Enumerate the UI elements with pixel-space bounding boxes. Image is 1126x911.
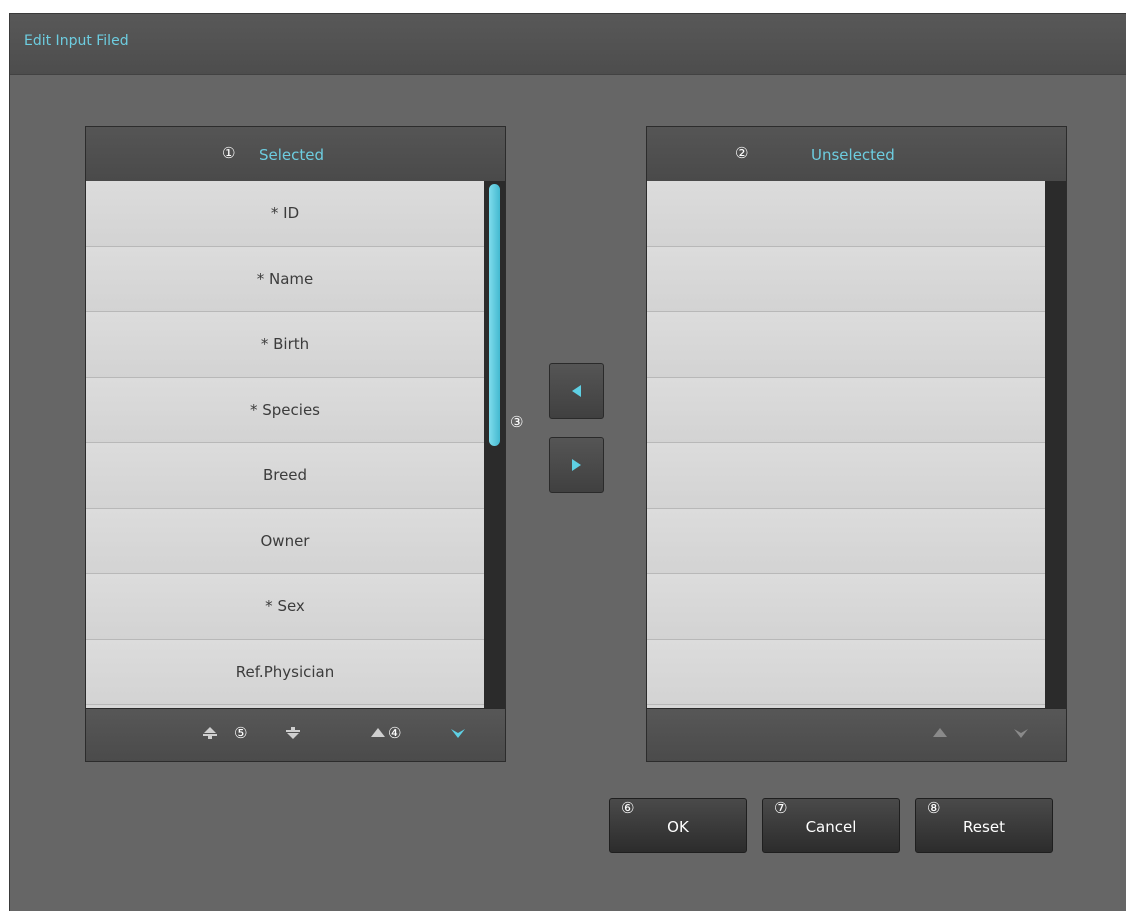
list-item[interactable]	[647, 181, 1045, 247]
ok-button[interactable]: ⑥ OK	[609, 798, 747, 853]
marker-7: ⑦	[774, 799, 788, 817]
arrow-left-icon	[572, 385, 581, 397]
reset-label: Reset	[963, 818, 1005, 836]
list-item[interactable]	[647, 377, 1045, 443]
selected-scrollbar[interactable]	[484, 181, 505, 708]
dialog-title: Edit Input Filed	[24, 33, 129, 49]
list-item[interactable]: * ID	[86, 181, 484, 247]
marker-3: ③	[510, 413, 524, 431]
list-item[interactable]: Owner	[86, 508, 484, 574]
unselected-panel: ② Unselected	[646, 126, 1067, 762]
list-item[interactable]	[647, 508, 1045, 574]
marker-5: ⑤	[234, 724, 248, 742]
marker-2: ②	[735, 144, 749, 162]
move-to-bottom-icon[interactable]	[285, 726, 301, 743]
arrow-right-icon	[572, 459, 581, 471]
chevron-up-icon[interactable]	[932, 727, 948, 742]
unselected-scrollbar[interactable]	[1045, 181, 1066, 708]
list-item[interactable]: * Birth	[86, 312, 484, 378]
reset-button[interactable]: ⑧ Reset	[915, 798, 1053, 853]
list-item[interactable]	[647, 639, 1045, 705]
unselected-panel-footer	[647, 708, 1066, 761]
chevron-up-icon[interactable]	[370, 727, 386, 742]
marker-8: ⑧	[927, 799, 941, 817]
list-item[interactable]	[647, 246, 1045, 312]
chevron-down-icon[interactable]	[450, 727, 466, 742]
ok-label: OK	[667, 818, 689, 836]
move-to-selected-button[interactable]	[549, 363, 604, 419]
marker-6: ⑥	[621, 799, 635, 817]
edit-input-field-dialog: Edit Input Filed ① Selected * ID * Name …	[9, 13, 1126, 911]
selected-panel: ① Selected * ID * Name * Birth * Species…	[85, 126, 506, 762]
marker-1: ①	[222, 144, 236, 162]
selected-list: * ID * Name * Birth * Species Breed Owne…	[86, 181, 484, 708]
list-item[interactable]	[647, 443, 1045, 509]
list-item[interactable]	[647, 574, 1045, 640]
unselected-panel-title: Unselected	[811, 146, 895, 164]
move-to-top-icon[interactable]	[202, 726, 218, 743]
selected-panel-footer: ⑤ ④	[86, 708, 505, 761]
scrollbar-thumb[interactable]	[489, 184, 500, 446]
list-item[interactable]	[647, 312, 1045, 378]
cancel-button[interactable]: ⑦ Cancel	[762, 798, 900, 853]
list-item[interactable]: Breed	[86, 443, 484, 509]
title-bar: Edit Input Filed	[10, 14, 1126, 75]
move-to-unselected-button[interactable]	[549, 437, 604, 493]
cancel-label: Cancel	[805, 818, 857, 836]
list-item[interactable]: * Sex	[86, 574, 484, 640]
selected-panel-title: Selected	[259, 146, 325, 164]
list-item[interactable]: Ref.Physician	[86, 639, 484, 705]
chevron-down-icon[interactable]	[1013, 727, 1029, 742]
list-item[interactable]: * Name	[86, 246, 484, 312]
unselected-panel-header: ② Unselected	[647, 127, 1066, 182]
selected-panel-header: ① Selected	[86, 127, 505, 182]
unselected-list	[647, 181, 1045, 708]
list-item[interactable]: * Species	[86, 377, 484, 443]
marker-4: ④	[388, 724, 402, 742]
